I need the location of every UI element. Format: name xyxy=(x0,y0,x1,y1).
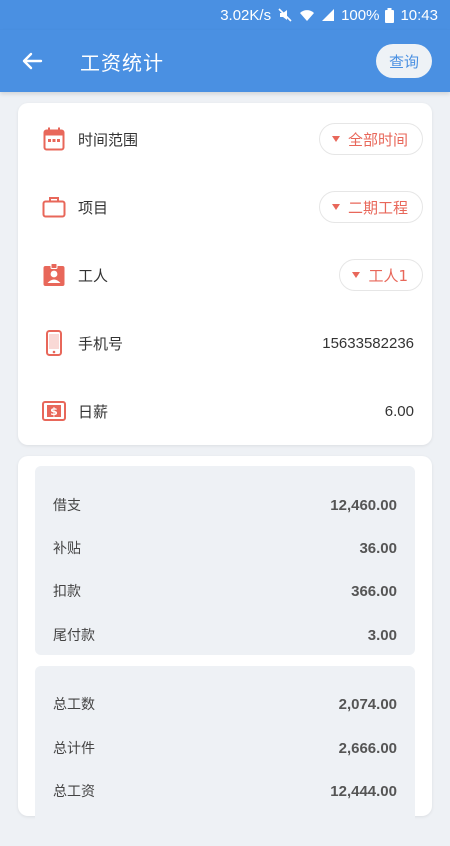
svg-text:$: $ xyxy=(50,405,58,418)
app-bar: 工资统计 查询 xyxy=(0,30,450,92)
time-range-row: 时间范围 全部时间 xyxy=(18,119,432,159)
time-range-value: 全部时间 xyxy=(347,130,408,149)
money-icon: $ xyxy=(42,399,66,423)
daily-wage-value: 6.00 xyxy=(384,402,414,420)
summary-label: 总工数 xyxy=(53,697,95,713)
time-range-label: 时间范围 xyxy=(78,130,139,149)
project-value: 二期工程 xyxy=(347,198,408,217)
summary-row: 总计件 2,666.00 xyxy=(35,733,415,763)
project-row: 项目 二期工程 xyxy=(18,187,432,227)
summary-row: 总工数 2,074.00 xyxy=(35,689,415,719)
worker-value: 工人1 xyxy=(368,266,408,285)
worker-badge-icon xyxy=(42,263,66,287)
summary-row: 扣款 366.00 xyxy=(35,576,415,606)
back-arrow-icon xyxy=(22,52,43,70)
phone-row: 手机号 15633582236 xyxy=(18,323,432,363)
project-dropdown[interactable]: 二期工程 xyxy=(318,191,423,223)
page-title: 工资统计 xyxy=(80,50,164,75)
filter-card: 时间范围 全部时间 项目 二期工程 工人 工人1 手机号 15633582236 xyxy=(18,103,432,445)
clock: 10:43 xyxy=(400,6,438,24)
summary-label: 扣款 xyxy=(53,584,81,600)
dropdown-triangle-icon xyxy=(331,136,340,142)
summary-row: 总工资 12,444.00 xyxy=(35,776,415,806)
phone-label: 手机号 xyxy=(78,334,124,353)
summary-group-1: 借支 12,460.00 补贴 36.00 扣款 366.00 尾付款 3.00 xyxy=(35,466,415,655)
worker-label: 工人 xyxy=(78,266,109,285)
summary-group-2: 总工数 2,074.00 总计件 2,666.00 总工资 12,444.00 xyxy=(35,666,415,846)
mute-icon xyxy=(277,7,293,23)
summary-row: 尾付款 3.00 xyxy=(35,620,415,650)
summary-label: 总工资 xyxy=(53,784,95,800)
briefcase-icon xyxy=(42,195,66,219)
signal-icon xyxy=(321,8,335,22)
summary-value: 2,666.00 xyxy=(338,739,397,757)
summary-label: 补贴 xyxy=(53,541,81,557)
summary-label: 借支 xyxy=(53,498,81,514)
summary-label: 总计件 xyxy=(53,741,95,757)
summary-value: 12,460.00 xyxy=(330,496,397,514)
worker-dropdown[interactable]: 工人1 xyxy=(339,259,423,291)
battery-icon xyxy=(385,7,395,23)
network-speed: 3.02K/s xyxy=(220,6,272,24)
calendar-icon xyxy=(42,127,66,151)
summary-value: 36.00 xyxy=(359,539,397,557)
summary-row: 借支 12,460.00 xyxy=(35,490,415,520)
summary-value: 12,444.00 xyxy=(330,782,397,800)
daily-wage-row: $ 日薪 6.00 xyxy=(18,391,432,431)
summary-value: 3.00 xyxy=(367,626,397,644)
wifi-icon xyxy=(299,8,315,22)
summary-value: 366.00 xyxy=(351,582,397,600)
time-range-dropdown[interactable]: 全部时间 xyxy=(318,123,423,155)
summary-value: 2,074.00 xyxy=(338,695,397,713)
status-bar: 3.02K/s 100% 10:43 xyxy=(0,0,450,30)
query-button[interactable]: 查询 xyxy=(376,44,432,78)
daily-wage-label: 日薪 xyxy=(78,402,109,421)
battery-level: 100% xyxy=(341,6,380,24)
summary-label: 尾付款 xyxy=(53,628,95,644)
project-label: 项目 xyxy=(78,198,109,217)
worker-row: 工人 工人1 xyxy=(18,255,432,295)
summary-card: 借支 12,460.00 补贴 36.00 扣款 366.00 尾付款 3.00… xyxy=(18,456,432,846)
phone-icon xyxy=(42,330,66,356)
back-button[interactable] xyxy=(2,30,62,92)
summary-row: 补贴 36.00 xyxy=(35,533,415,563)
dropdown-triangle-icon xyxy=(331,204,340,210)
dropdown-triangle-icon xyxy=(352,272,361,278)
phone-value: 15633582236 xyxy=(322,334,414,352)
